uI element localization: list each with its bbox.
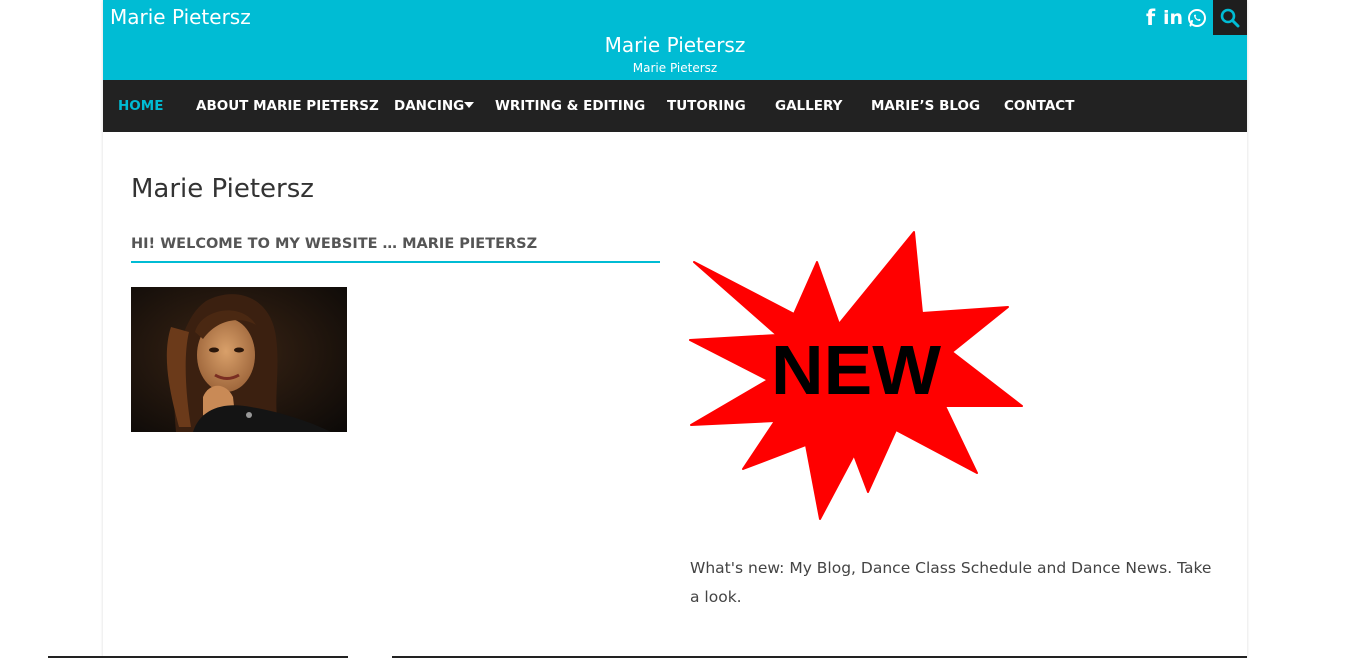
search-button[interactable] — [1213, 0, 1247, 35]
search-icon — [1220, 8, 1240, 27]
linkedin-icon[interactable]: in — [1163, 4, 1183, 32]
chevron-down-icon — [464, 102, 474, 108]
whats-new-text: What's new: My Blog, Dance Class Schedul… — [690, 559, 1212, 606]
nav-home[interactable]: HOME — [118, 80, 163, 132]
site-tagline: Marie Pietersz — [632, 61, 718, 75]
nav-dancing-label: DANCING — [394, 98, 465, 114]
main-navigation: HOME ABOUT MARIE PIETERSZ DANCING WRITIN… — [103, 80, 1247, 132]
nav-about[interactable]: ABOUT MARIE PIETERSZ — [196, 80, 379, 132]
nav-dancing[interactable]: DANCING — [394, 80, 474, 132]
badge-text: NEW — [771, 331, 941, 409]
header-bar: Marie Pietersz Marie Pietersz Marie Piet… — [103, 0, 1247, 80]
welcome-heading: HI! WELCOME TO MY WEBSITE … MARIE PIETER… — [131, 236, 660, 263]
site-title[interactable]: Marie Pietersz — [103, 33, 1247, 57]
portrait-image — [131, 287, 347, 432]
page-container: Marie Pietersz Marie Pietersz Marie Piet… — [103, 0, 1247, 658]
new-badge: NEW — [688, 230, 1028, 522]
nav-gallery[interactable]: GALLERY — [775, 80, 842, 132]
nav-writing-editing[interactable]: WRITING & EDITING — [495, 80, 645, 132]
nav-contact[interactable]: CONTACT — [1004, 80, 1074, 132]
nav-tutoring[interactable]: TUTORING — [667, 80, 746, 132]
facebook-icon[interactable]: f — [1146, 4, 1155, 32]
page-title: Marie Pietersz — [131, 174, 314, 204]
site-name-link[interactable]: Marie Pietersz — [110, 5, 251, 29]
whatsapp-icon[interactable] — [1187, 4, 1207, 32]
nav-maries-blog[interactable]: MARIE’S BLOG — [871, 80, 980, 132]
